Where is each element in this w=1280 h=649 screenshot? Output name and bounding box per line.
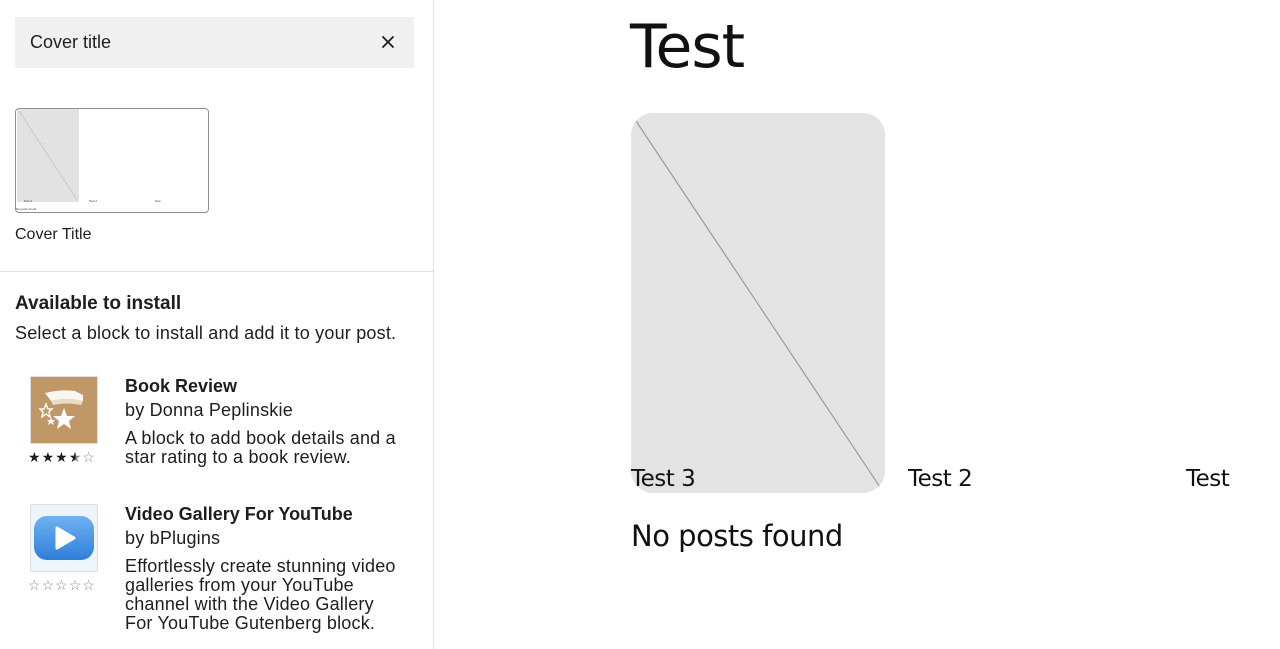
divider — [0, 271, 433, 272]
plugin-description: Effortlessly create stunning video galle… — [125, 556, 396, 633]
play-button-icon — [30, 504, 98, 572]
star-filled-icon: ★ — [55, 449, 69, 465]
preview-item-title: Test — [155, 199, 161, 203]
star-filled-icon: ★ — [28, 449, 42, 465]
plugin-author: by Donna Peplinskie — [125, 400, 293, 420]
featured-image-placeholder[interactable] — [631, 113, 885, 493]
star-empty-icon: ☆ — [82, 577, 96, 593]
editor-canvas[interactable]: Test Test 3 Test 2 Test No posts found — [435, 0, 1280, 649]
query-item-title[interactable]: Test 3 — [631, 466, 696, 492]
plugin-item-book-review[interactable]: ★★★★☆ Book Review by Donna Peplinskie A … — [0, 376, 433, 476]
pattern-preview[interactable]: Test 3 Test 2 Test No posts found — [15, 108, 209, 213]
rating-stars: ★★★★☆ — [28, 450, 96, 464]
star-filled-icon: ★ — [41, 449, 56, 465]
star-empty-icon: ☆ — [82, 449, 96, 465]
star-empty-icon: ☆ — [28, 577, 42, 593]
star-half-icon: ★ — [68, 449, 83, 465]
preview-no-posts: No posts found — [16, 207, 37, 211]
rating-stars: ☆☆☆☆☆ — [28, 578, 96, 592]
search-bar: Cover title — [15, 17, 414, 68]
preview-item-title: Test 2 — [89, 199, 98, 203]
no-posts-message: No posts found — [631, 519, 843, 553]
star-empty-icon: ☆ — [41, 577, 56, 593]
plugin-author: by bPlugins — [125, 528, 221, 548]
preview-featured-image — [17, 109, 79, 202]
available-description: Select a block to install and add it to … — [15, 323, 397, 343]
post-title[interactable]: Test — [630, 12, 745, 82]
search-input[interactable]: Cover title — [30, 17, 111, 68]
plugin-item-video-gallery[interactable]: ☆☆☆☆☆ Video Gallery For YouTube by bPlug… — [0, 504, 433, 644]
plugin-name: Video Gallery For YouTube — [125, 504, 353, 524]
block-inserter-panel: Cover title Test 3 Test 2 Test No posts … — [0, 0, 434, 649]
close-icon[interactable] — [376, 30, 400, 54]
star-empty-icon: ☆ — [68, 577, 83, 593]
query-item-title[interactable]: Test 2 — [908, 466, 973, 492]
plugin-description: A block to add book details and a star r… — [125, 428, 396, 467]
pattern-label[interactable]: Cover Title — [15, 226, 91, 244]
available-heading: Available to install — [15, 293, 182, 314]
plugin-name: Book Review — [125, 376, 238, 396]
preview-item-title: Test 3 — [24, 199, 33, 203]
query-item-title[interactable]: Test — [1186, 466, 1230, 492]
star-empty-icon: ☆ — [55, 577, 69, 593]
book-stars-icon — [30, 376, 98, 444]
